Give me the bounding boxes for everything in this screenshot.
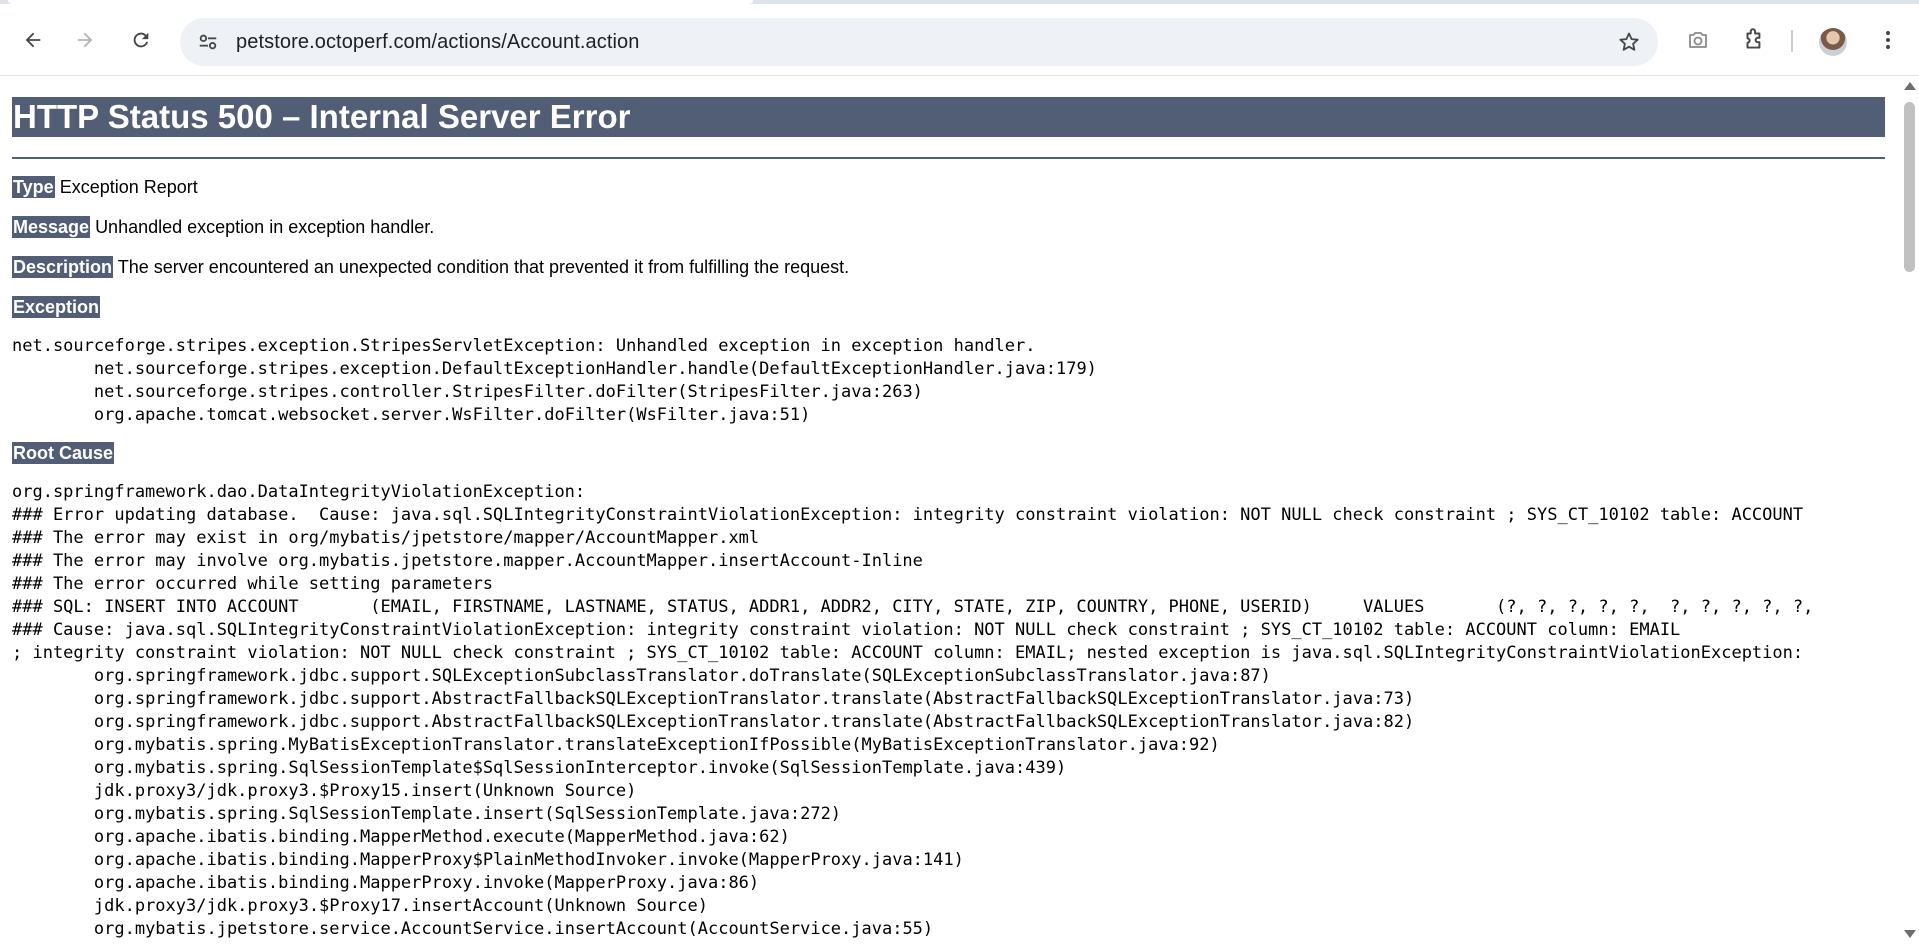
trace-line: ; integrity constraint violation: NOT NU… — [12, 643, 1804, 663]
scroll-up-arrow-icon[interactable] — [1904, 82, 1916, 90]
profile-avatar[interactable] — [1819, 28, 1847, 56]
trace-line: ### The error may exist in org/mybatis/j… — [12, 528, 760, 548]
arrow-left-icon — [25, 32, 41, 48]
root-cause-label: Root Cause — [12, 442, 115, 464]
trace-line: org.mybatis.spring.MyBatisExceptionTrans… — [12, 735, 1220, 755]
trace-line: jdk.proxy3/jdk.proxy3.$Proxy15.insert(Un… — [12, 781, 637, 801]
description-value: The server encountered an unexpected con… — [117, 257, 850, 277]
error-page: HTTP Status 500 – Internal Server Error … — [0, 76, 1900, 941]
trace-line: org.apache.tomcat.websocket.server.WsFil… — [12, 405, 811, 425]
exception-heading: Exception — [12, 296, 1888, 318]
scroll-down-arrow-icon[interactable] — [1904, 930, 1916, 938]
scrollbar-thumb[interactable] — [1904, 102, 1915, 272]
title-divider — [12, 157, 1885, 159]
toolbar-divider — [1791, 30, 1793, 52]
trace-line: org.apache.ibatis.binding.MapperMethod.e… — [12, 827, 790, 847]
message-value: Unhandled exception in exception handler… — [95, 217, 435, 237]
description-label: Description — [12, 256, 114, 278]
vertical-scrollbar[interactable] — [1900, 76, 1919, 944]
trace-line: org.mybatis.jpetstore.service.AccountSer… — [12, 919, 934, 939]
trace-line: org.apache.ibatis.binding.MapperProxy.in… — [12, 873, 760, 893]
trace-line: org.springframework.jdbc.support.Abstrac… — [12, 689, 1415, 709]
forward-button[interactable] — [67, 22, 103, 58]
url-text[interactable]: petstore.octoperf.com/actions/Account.ac… — [236, 31, 640, 54]
trace-line: org.springframework.jdbc.support.Abstrac… — [12, 712, 1415, 732]
exception-label: Exception — [12, 296, 101, 318]
trace-line: ### The error occurred while setting par… — [12, 574, 494, 594]
camera-icon[interactable] — [1682, 24, 1714, 56]
kebab-menu-icon[interactable] — [1872, 24, 1904, 56]
back-button[interactable] — [15, 22, 51, 58]
trace-line: ### Error updating database. Cause: java… — [12, 505, 1804, 525]
trace-line: org.apache.ibatis.binding.MapperProxy$Pl… — [12, 850, 964, 870]
reload-button[interactable] — [123, 22, 159, 58]
trace-line: ### Cause: java.sql.SQLIntegrityConstrai… — [12, 620, 1681, 640]
trace-line: ### The error may involve org.mybatis.jp… — [12, 551, 923, 571]
trace-line: ### SQL: INSERT INTO ACCOUNT (EMAIL, FIR… — [12, 597, 1814, 617]
exception-trace: net.sourceforge.stripes.exception.Stripe… — [12, 335, 1890, 427]
address-bar[interactable]: petstore.octoperf.com/actions/Account.ac… — [180, 18, 1658, 66]
message-label: Message — [12, 216, 91, 238]
trace-line: jdk.proxy3/jdk.proxy3.$Proxy17.insertAcc… — [12, 896, 708, 916]
tune-icon[interactable] — [196, 30, 220, 54]
reload-icon — [133, 32, 149, 48]
message-row: Message Unhandled exception in exception… — [12, 216, 1888, 238]
type-value: Exception Report — [59, 177, 198, 197]
trace-line: net.sourceforge.stripes.controller.Strip… — [12, 382, 923, 402]
page-title: HTTP Status 500 – Internal Server Error — [12, 97, 1885, 137]
type-row: Type Exception Report — [12, 176, 1888, 198]
trace-line: org.springframework.jdbc.support.SQLExce… — [12, 666, 1271, 686]
star-icon[interactable] — [1616, 29, 1642, 55]
arrow-right-icon — [77, 32, 93, 48]
trace-line: net.sourceforge.stripes.exception.Defaul… — [12, 359, 1097, 379]
type-label: Type — [12, 176, 55, 198]
root-cause-trace: org.springframework.dao.DataIntegrityVio… — [12, 481, 1890, 941]
trace-line: org.mybatis.spring.SqlSessionTemplate.in… — [12, 804, 842, 824]
trace-line: org.springframework.dao.DataIntegrityVio… — [12, 482, 596, 502]
page-viewport: HTTP Status 500 – Internal Server Error … — [0, 76, 1900, 944]
trace-line: org.mybatis.spring.SqlSessionTemplate$Sq… — [12, 758, 1067, 778]
puzzle-icon[interactable] — [1738, 24, 1770, 56]
description-row: Description The server encountered an un… — [12, 256, 1888, 278]
root-cause-heading: Root Cause — [12, 442, 1888, 464]
trace-line: net.sourceforge.stripes.exception.Stripe… — [12, 336, 1036, 356]
browser-toolbar: petstore.octoperf.com/actions/Account.ac… — [0, 4, 1919, 76]
